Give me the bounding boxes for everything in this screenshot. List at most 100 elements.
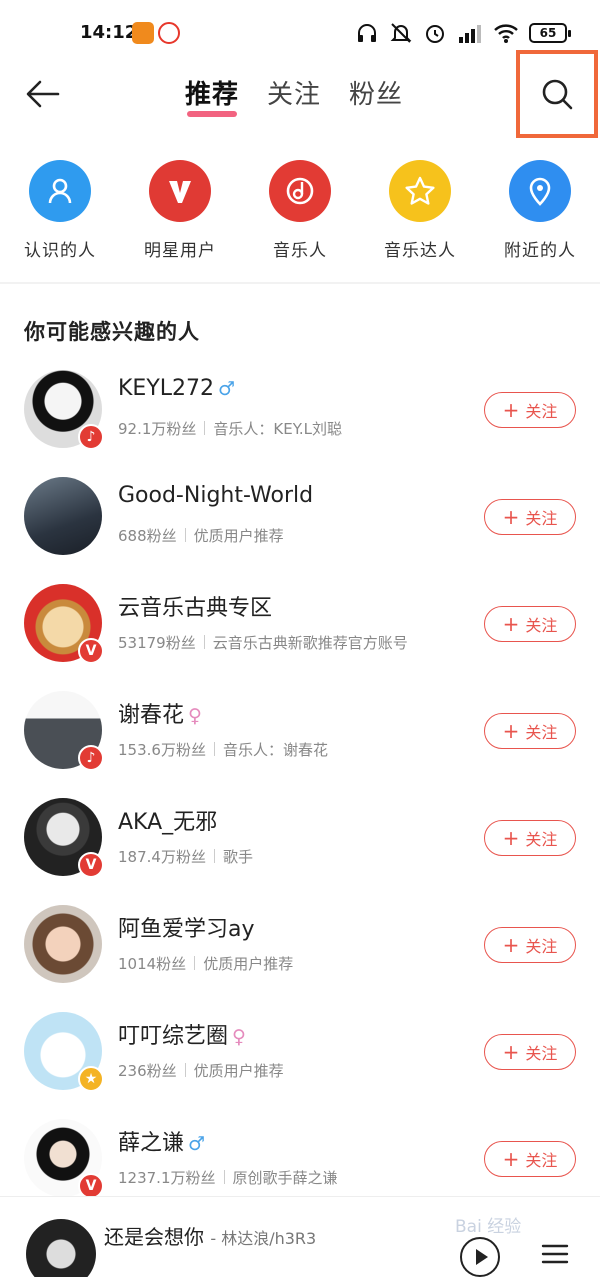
tab-following[interactable]: 关注 [267,74,321,111]
tab-fans[interactable]: 粉丝 [349,74,403,111]
category-nearby-people[interactable]: 附近的人 [480,160,600,261]
follow-label: 关注 [525,616,558,635]
follow-label: 关注 [525,1044,558,1063]
follow-label: 关注 [525,402,558,421]
list-item[interactable]: V 云音乐古典专区 53179粉丝 云音乐古典新歌推荐官方账号 + 关注 [0,584,600,691]
follow-button[interactable]: + 关注 [484,1141,576,1177]
search-icon [542,79,573,110]
list-item[interactable]: Good-Night-World 688粉丝 优质用户推荐 + 关注 [0,477,600,584]
tab-bar: 推荐 关注 粉丝 [185,74,403,117]
artist-text: 林达浪/h3R3 [221,1229,317,1248]
fans-count: 1237.1万粉丝 [118,1169,216,1187]
avatar[interactable] [24,905,102,983]
user-name[interactable]: 云音乐古典专区 [118,590,272,622]
category-musicians[interactable]: 音乐人 [240,160,360,261]
avatar[interactable]: V [24,798,104,878]
follow-button[interactable]: + 关注 [484,392,576,428]
user-name[interactable]: 谢春花 ♀ [118,697,202,729]
user-name-text: Good-Night-World [118,483,314,508]
category-label: 认识的人 [24,241,96,261]
user-name-text: 谢春花 [118,703,185,728]
song-title: 还是会想你 [104,1225,204,1249]
avatar[interactable]: ♪ [24,370,104,450]
mute-bell-icon [390,23,412,43]
user-name-text: 阿鱼爱学习ay [118,917,255,942]
follow-label: 关注 [525,723,558,742]
fans-count: 187.4万粉丝 [118,848,206,866]
artist-name: - 林达浪/h3R3 [210,1229,317,1248]
status-time: 14:12 [80,22,138,43]
user-description: 歌手 [222,848,253,866]
category-star-users[interactable]: 明星用户 [120,160,240,261]
user-name[interactable]: 薛之谦 ♂ [118,1125,205,1157]
user-name[interactable]: 阿鱼爱学习ay [118,911,255,943]
search-button[interactable] [516,50,598,138]
avatar[interactable]: V [24,584,104,664]
active-tab-indicator [187,111,238,117]
fans-count: 236粉丝 [118,1062,177,1080]
play-icon [476,1249,488,1265]
user-name[interactable]: 叮叮综艺圈 ♀ [118,1018,246,1050]
status-bar: 14:12 65 [0,0,600,62]
divider [0,282,600,284]
user-description: 云音乐古典新歌推荐官方账号 [212,634,408,652]
user-description: 优质用户推荐 [203,955,294,973]
user-meta: 153.6万粉丝 音乐人：谢春花 [118,739,328,760]
alarm-icon [426,25,444,43]
user-name[interactable]: Good-Night-World [118,483,313,508]
location-pin-icon [509,160,571,222]
user-description: 音乐人：谢春花 [222,741,328,759]
avatar[interactable] [24,477,102,555]
follow-label: 关注 [525,830,558,849]
headphones-icon [358,24,376,42]
category-row: 认识的人 明星用户 音乐人 音乐达人 附近的人 [0,160,600,261]
avatar[interactable]: ★ [24,1012,104,1092]
follow-button[interactable]: + 关注 [484,927,576,963]
list-item[interactable]: ♪ 谢春花 ♀ 153.6万粉丝 音乐人：谢春花 + 关注 [0,691,600,798]
list-item[interactable]: 阿鱼爱学习ay 1014粉丝 优质用户推荐 + 关注 [0,905,600,1012]
user-name-text: 叮叮综艺圈 [118,1024,229,1049]
user-meta: 53179粉丝 云音乐古典新歌推荐官方账号 [118,632,408,653]
follow-button[interactable]: + 关注 [484,499,576,535]
follow-label: 关注 [525,937,558,956]
playlist-icon [541,1244,569,1264]
user-name[interactable]: KEYL272 ♂ [118,376,235,401]
user-name-text: KEYL272 [118,376,215,401]
tab-recommend[interactable]: 推荐 [185,74,239,117]
user-description: 优质用户推荐 [193,1062,284,1080]
follow-button[interactable]: + 关注 [484,820,576,856]
fans-count: 53179粉丝 [118,634,196,652]
user-name-text: 云音乐古典专区 [118,596,273,621]
category-people-you-know[interactable]: 认识的人 [0,160,120,261]
back-button[interactable] [22,72,66,116]
list-item[interactable]: V AKA_无邪 187.4万粉丝 歌手 + 关注 [0,798,600,905]
top-nav: 推荐 关注 粉丝 [0,50,600,142]
follow-button[interactable]: + 关注 [484,713,576,749]
user-meta: 187.4万粉丝 歌手 [118,846,253,867]
list-item[interactable]: ♪ KEYL272 ♂ 92.1万粉丝 音乐人：KEY.L刘聪 + 关注 [0,370,600,477]
avatar[interactable]: V [24,1119,104,1199]
list-item[interactable]: ★ 叮叮综艺圈 ♀ 236粉丝 优质用户推荐 + 关注 [0,1012,600,1119]
back-arrow-icon [26,80,60,108]
user-description: 原创歌手薛之谦 [232,1169,338,1187]
v-icon [149,160,211,222]
fans-count: 153.6万粉丝 [118,741,206,759]
album-disc[interactable] [26,1219,96,1277]
avatar[interactable]: ♪ [24,691,104,771]
section-title: 你可能感兴趣的人 [24,320,200,344]
user-name-text: AKA_无邪 [118,810,218,835]
male-icon: ♂ [218,378,236,400]
category-music-experts[interactable]: 音乐达人 [360,160,480,261]
star-icon [389,160,451,222]
follow-button[interactable]: + 关注 [484,606,576,642]
follow-button[interactable]: + 关注 [484,1034,576,1070]
now-playing[interactable]: 还是会想你 - 林达浪/h3R3 [104,1221,316,1250]
category-label: 附近的人 [504,241,576,261]
playlist-button[interactable] [540,1239,570,1269]
signal-icon [459,25,481,43]
user-description: 优质用户推荐 [193,527,284,545]
watermark: Bai 经验 [455,1217,522,1237]
user-name[interactable]: AKA_无邪 [118,804,217,836]
play-button[interactable] [460,1237,500,1277]
fans-count: 688粉丝 [118,527,177,545]
